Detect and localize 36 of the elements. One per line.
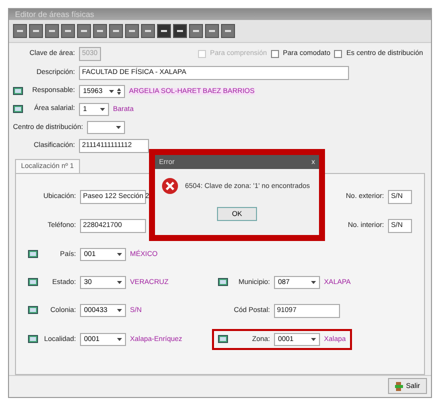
dropdown-caret-icon[interactable]: [109, 90, 114, 93]
combo-field[interactable]: [87, 120, 125, 134]
dropdown-caret-icon[interactable]: [117, 252, 122, 256]
toolbar-button[interactable]: [61, 24, 75, 38]
spinner-icon[interactable]: [117, 88, 121, 95]
toolbar-button[interactable]: [13, 24, 27, 38]
dropdown-caret-icon[interactable]: [311, 338, 316, 341]
lookup-icon[interactable]: [218, 278, 228, 287]
dropdown-caret-icon[interactable]: [117, 309, 122, 312]
toolbar-button[interactable]: [45, 24, 59, 38]
dropdown-caret-icon[interactable]: [100, 108, 105, 111]
dropdown-caret-icon[interactable]: [117, 280, 122, 284]
lookup-icon[interactable]: [28, 278, 38, 287]
lookup-icon[interactable]: [28, 306, 38, 316]
dropdown-caret-icon[interactable]: [311, 280, 316, 284]
toolbar-button[interactable]: [157, 24, 171, 38]
toolbar-button[interactable]: [205, 24, 219, 38]
checkbox[interactable]: [334, 50, 342, 58]
checkbox[interactable]: [270, 50, 279, 58]
toolbar-button[interactable]: [125, 24, 139, 38]
lookup-icon[interactable]: [28, 334, 38, 344]
toolbar-button[interactable]: [93, 24, 107, 38]
toolbar-button[interactable]: [173, 24, 187, 38]
toolbar-button[interactable]: [221, 24, 235, 38]
toolbar-button[interactable]: [109, 24, 123, 38]
door-icon: [394, 382, 403, 391]
window-title: Editor de áreas físicas: [15, 10, 94, 19]
toolbar-button[interactable]: [189, 24, 203, 38]
error-icon: [161, 177, 179, 195]
toolbar-button[interactable]: [141, 24, 155, 38]
dropdown-caret-icon[interactable]: [116, 126, 121, 129]
toolbar-button[interactable]: [29, 24, 43, 38]
lookup-icon[interactable]: [218, 334, 228, 344]
lookup-icon[interactable]: [28, 250, 38, 259]
toolbar-button[interactable]: [77, 24, 91, 38]
dropdown-caret-icon[interactable]: [117, 338, 122, 341]
